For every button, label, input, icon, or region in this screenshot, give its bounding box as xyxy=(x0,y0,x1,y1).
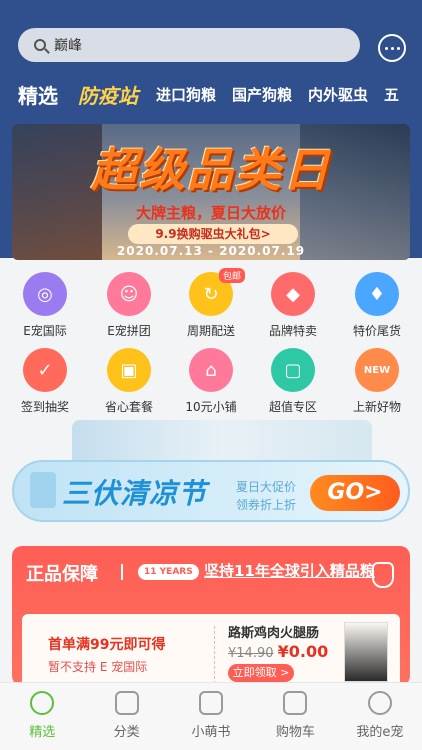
shortcut-e-global[interactable]: ◎ E宠国际 xyxy=(10,272,80,339)
gift-price: ¥14.90 ¥0.00 xyxy=(228,642,328,661)
banner-title: 超级品类日 xyxy=(91,143,331,197)
gift-product-image xyxy=(344,622,388,682)
tab-label: 分类 xyxy=(113,725,140,740)
flame-icon: ♦ xyxy=(355,272,399,316)
gift-product-name: 路斯鸡肉火腿肠 xyxy=(228,626,320,641)
user-icon xyxy=(367,691,392,715)
guarantee-title: 正品保障 xyxy=(26,564,98,585)
bag-icon: ▢ xyxy=(271,348,315,392)
shortcut-label: 周期配送 xyxy=(186,324,235,338)
drink-icon xyxy=(30,472,56,508)
coupon-note: 暂不支持 E 宠国际 xyxy=(48,660,148,674)
tab-category[interactable]: 分类 xyxy=(84,683,168,750)
shortcut-label: E宠拼团 xyxy=(107,324,151,338)
search-placeholder: 巅峰 xyxy=(54,38,82,54)
shortcut-checkin-lottery[interactable]: ✓ 签到抽奖 xyxy=(10,348,80,415)
guarantee-slogan[interactable]: 坚持11年全球引入精品粮 xyxy=(204,560,375,581)
shortcut-label: 特价尾货 xyxy=(352,324,401,338)
authentic-guarantee-card: 正品保障 11 YEARS 坚持11年全球引入精品粮 首单满99元即可得 暂不支… xyxy=(12,546,410,686)
tab-featured-home[interactable]: 精选 xyxy=(0,683,84,750)
shortcut-label: 签到抽奖 xyxy=(20,400,69,414)
coupon-divider xyxy=(214,626,215,684)
hero-banner[interactable]: 超级品类日 大牌主粮，夏日大放价 9.9换购驱虫大礼包> 2020.07.13 … xyxy=(12,124,410,260)
shortcut-clearance[interactable]: ♦ 特价尾货 xyxy=(342,272,412,339)
shortcut-label: 超值专区 xyxy=(268,400,317,414)
search-input[interactable]: 巅峰 xyxy=(18,28,360,62)
shortcut-value-zone[interactable]: ▢ 超值专区 xyxy=(258,348,328,415)
tab-label: 购物车 xyxy=(275,725,315,740)
dog-face-icon xyxy=(30,691,55,715)
shortcut-ten-yuan-shop[interactable]: ⌂ 10元小铺 xyxy=(176,348,246,415)
shortcut-cycle-delivery[interactable]: ↻ 包邮 周期配送 xyxy=(176,268,246,339)
claim-now-button[interactable]: 立即领取 > xyxy=(228,664,294,682)
banner-pill: 9.9换购驱虫大礼包> xyxy=(128,224,298,244)
group-icon: ☺ xyxy=(107,272,151,316)
cycle-icon: ↻ 包邮 xyxy=(189,268,245,316)
message-icon[interactable] xyxy=(378,34,406,62)
tag-icon: ◆ xyxy=(271,272,315,316)
tab-profile[interactable]: 我的e宠 xyxy=(338,683,422,750)
tab-label: 我的e宠 xyxy=(356,725,404,740)
globe-icon: ◎ xyxy=(23,272,67,316)
new-user-coupon[interactable]: 首单满99元即可得 暂不支持 E 宠国际 路斯鸡肉火腿肠 ¥14.90 ¥0.0… xyxy=(22,614,400,686)
tab-featured[interactable]: 精选 xyxy=(18,80,58,109)
promo-subtitle-2: 领券折上折 xyxy=(236,498,297,512)
tab-label: 精选 xyxy=(29,725,56,740)
shortcut-brand-sale[interactable]: ◆ 品牌特卖 xyxy=(258,272,328,339)
promo-subtitle-1: 夏日大促价 xyxy=(236,480,297,494)
tab-domestic-food[interactable]: 国产狗粮 xyxy=(232,84,292,105)
banner-subtitle: 大牌主粮，夏日大放价 xyxy=(135,204,286,222)
shortcut-label: 品牌特卖 xyxy=(268,324,317,338)
promo-title: 三伏清凉节 xyxy=(62,477,208,510)
shortcut-bundle[interactable]: ▣ 省心套餐 xyxy=(94,348,164,415)
calendar-icon: ✓ xyxy=(23,348,67,392)
grid-icon xyxy=(114,691,139,715)
book-search-icon xyxy=(199,691,224,715)
new-price: ¥0.00 xyxy=(277,642,329,661)
shortcut-group-buy[interactable]: ☺ E宠拼团 xyxy=(94,272,164,339)
search-icon xyxy=(34,39,46,51)
shortcut-new-arrivals[interactable]: NEW 上新好物 xyxy=(342,348,412,415)
tab-more[interactable]: 五 xyxy=(384,84,399,105)
new-icon: NEW xyxy=(355,348,399,392)
bottom-tab-bar: 精选 分类 小萌书 购物车 我的e宠 xyxy=(0,682,422,750)
tap-hand-icon xyxy=(372,562,394,588)
free-shipping-badge: 包邮 xyxy=(218,268,245,283)
tab-notebook[interactable]: 小萌书 xyxy=(169,683,253,750)
old-price: ¥14.90 xyxy=(228,646,274,661)
shortcut-label: E宠国际 xyxy=(23,324,67,338)
shortcut-label: 省心套餐 xyxy=(104,400,153,414)
category-tabs: 精选 防疫站 进口狗粮 国产狗粮 内外驱虫 五 xyxy=(18,78,422,110)
shortcut-grid: ◎ E宠国际 ☺ E宠拼团 ↻ 包邮 周期配送 ◆ 品牌特卖 ♦ 特价尾货 ✓ … xyxy=(0,268,422,422)
tab-cart[interactable]: 购物车 xyxy=(253,683,337,750)
shortcut-label: 10元小铺 xyxy=(185,400,237,414)
shop-icon: ⌂ xyxy=(189,348,233,392)
cart-icon xyxy=(283,691,308,715)
coupon-condition: 首单满99元即可得 xyxy=(48,637,166,653)
promo-go-button[interactable]: GO> xyxy=(310,475,400,511)
years-badge: 11 YEARS xyxy=(138,564,199,580)
divider xyxy=(121,564,123,580)
tab-imported-food[interactable]: 进口狗粮 xyxy=(156,84,216,105)
box-icon: ▣ xyxy=(107,348,151,392)
summer-promo-banner[interactable]: 三伏清凉节 夏日大促价 领券折上折 GO> xyxy=(12,420,410,540)
shortcut-label: 上新好物 xyxy=(352,400,401,414)
tab-deworming[interactable]: 内外驱虫 xyxy=(308,84,368,105)
tab-epidemic-station[interactable]: 防疫站 xyxy=(78,80,138,109)
tab-label: 小萌书 xyxy=(191,725,231,740)
banner-date: 2020.07.13 - 2020.07.19 xyxy=(116,244,306,258)
